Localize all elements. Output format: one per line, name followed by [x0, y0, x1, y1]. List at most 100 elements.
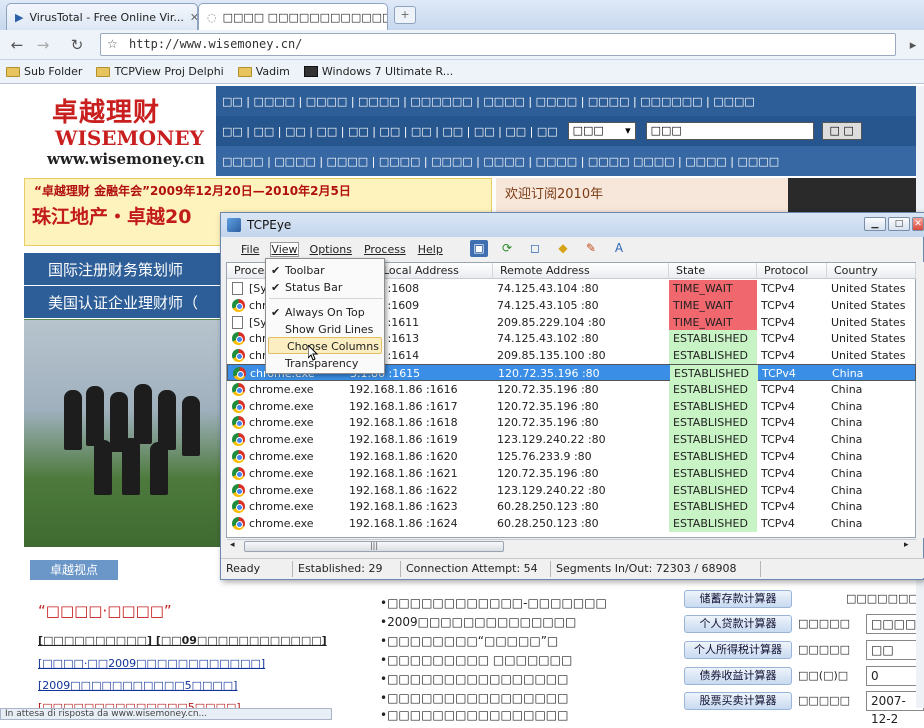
- cell-proto: TCPv4: [761, 500, 795, 514]
- table-row[interactable]: chrome.exe 192.168.1.86 :1616 120.72.35.19…: [227, 380, 916, 398]
- menu-item-status-bar[interactable]: ✔ Status Bar: [267, 279, 384, 296]
- col-remote-address[interactable]: Remote Address: [493, 263, 669, 279]
- menu-item-transparency[interactable]: Transparency: [267, 355, 384, 372]
- close-icon[interactable]: ✕: [190, 11, 197, 24]
- col-protocol[interactable]: Protocol: [757, 263, 827, 279]
- table-row[interactable]: chrome.exe 192.168.1.86 :1621 120.72.35.19…: [227, 464, 916, 482]
- tab-virustotal[interactable]: ▶ VirusTotal - Free Online Vir... ✕: [6, 3, 198, 30]
- site-nav-row2[interactable]: □□ | □□ | □□ | □□ | □□ | □□ | □□ | □□ | …: [216, 116, 924, 146]
- menu-file[interactable]: File: [241, 243, 259, 256]
- menu-view[interactable]: View: [270, 241, 299, 257]
- tab-wisemoney[interactable]: ◌ □□□□ □□□□□□□□□□□□ ✕: [198, 3, 388, 30]
- status-segments: Segments In/Out: 72303 / 68908: [551, 561, 761, 577]
- menu-item-toolbar[interactable]: ✔ Toolbar: [267, 262, 384, 279]
- cell-country: United States: [831, 332, 906, 346]
- back-icon[interactable]: ←: [4, 34, 30, 56]
- calc-label: □□□□□: [798, 694, 850, 707]
- bookmark-windows7[interactable]: Windows 7 Ultimate R...: [303, 65, 453, 78]
- reload-icon[interactable]: ↻: [64, 34, 90, 56]
- star-icon[interactable]: ☆: [107, 34, 118, 55]
- cell-state: TIME_WAIT: [669, 296, 757, 314]
- table-row[interactable]: chrome.exe 192.168.1.86 :1624 60.28.250.12…: [227, 515, 916, 533]
- left-link[interactable]: [□□□□·□□2009□□□□□□□□□□□□]: [38, 657, 265, 670]
- table-row[interactable]: chrome.exe 192.168.1.86 :1622 123.129.240.…: [227, 481, 916, 499]
- calc-button-savings[interactable]: 储蓄存款计算器: [684, 590, 792, 608]
- refresh-icon[interactable]: ⟳: [498, 240, 516, 257]
- news-item[interactable]: •□□□□□□□□□□□□□□□□: [380, 691, 568, 705]
- view-section-header[interactable]: 卓越视点: [30, 560, 118, 580]
- table-row[interactable]: chrome.exe 192.168.1.86 :1618 120.72.35.19…: [227, 414, 916, 432]
- menu-help[interactable]: Help: [418, 243, 443, 256]
- site-search-input[interactable]: □□□: [645, 122, 814, 140]
- pin-icon[interactable]: ◆: [554, 240, 572, 257]
- checkmark-icon: ✔: [271, 306, 281, 319]
- scrollbar-thumb[interactable]: |||: [244, 541, 504, 552]
- bookmark-vadim[interactable]: Vadim: [237, 65, 290, 78]
- news-item[interactable]: •□□□□□□□□“□□□□□”□: [380, 634, 558, 648]
- cell-remote: 120.72.35.196 :80: [497, 399, 599, 413]
- maximize-button[interactable]: □: [888, 217, 910, 231]
- comment-icon[interactable]: ◻: [526, 240, 544, 257]
- table-row[interactable]: chrome.exe 192.168.1.86 :1617 120.72.35.19…: [227, 397, 916, 415]
- calc-button-loan[interactable]: 个人贷款计算器: [684, 615, 792, 633]
- col-country[interactable]: Country: [827, 263, 916, 279]
- menu-item-always-on-top[interactable]: ✔ Always On Top: [267, 304, 384, 321]
- graduation-photo[interactable]: [24, 320, 220, 547]
- kill-process-icon[interactable]: ✎: [582, 240, 600, 257]
- close-button[interactable]: ✕: [912, 217, 924, 231]
- save-icon[interactable]: ▣: [470, 240, 488, 257]
- tcpeye-title: TCPEye: [247, 218, 292, 232]
- left-link[interactable]: [□□□□□□□□□□] [□□09□□□□□□□□□□□□]: [38, 634, 327, 647]
- tcpeye-titlebar[interactable]: TCPEye: [221, 213, 924, 237]
- menu-options[interactable]: Options: [310, 243, 352, 256]
- feature-quote: “□□□□·□□□□”: [38, 602, 172, 620]
- menu-item-choose-columns[interactable]: Choose Columns: [268, 337, 382, 354]
- vertical-scrollbar[interactable]: [916, 262, 924, 538]
- site-nav-row1[interactable]: □□ | □□□□ | □□□□ | □□□□ | □□□□□□ | □□□□ …: [216, 86, 924, 116]
- site-logo-en[interactable]: WISEMONEY: [55, 126, 204, 150]
- page-menu-icon[interactable]: ▸: [900, 34, 924, 56]
- folder-icon: [237, 66, 252, 77]
- table-row[interactable]: chrome.exe 192.168.1.86 :1623 60.28.250.12…: [227, 498, 916, 516]
- calc-button-bond[interactable]: 债券收益计算器: [684, 667, 792, 685]
- cell-process: chrome.exe: [249, 399, 314, 413]
- menu-item-show-grid-lines[interactable]: Show Grid Lines: [267, 321, 384, 338]
- chrome-icon: [232, 433, 245, 447]
- promo-title-2[interactable]: 美国认证企业理财师（: [24, 286, 220, 319]
- chrome-icon: [232, 332, 245, 346]
- left-link[interactable]: [2009□□□□□□□□□□□5□□□□]: [38, 679, 237, 692]
- cell-remote: 74.125.43.105 :80: [497, 298, 599, 312]
- new-tab-button[interactable]: +: [394, 6, 416, 24]
- bookmark-tcpview[interactable]: TCPView Proj Delphi: [96, 65, 224, 78]
- news-item[interactable]: •□□□□□□□□□□□□□□□□: [380, 672, 568, 686]
- news-item[interactable]: •2009□□□□□□□□□□□□□□: [380, 615, 576, 629]
- menu-process[interactable]: Process: [364, 243, 406, 256]
- table-row[interactable]: chrome.exe 192.168.1.86 :1619 123.129.240.…: [227, 431, 916, 449]
- scroll-left-icon[interactable]: ◂: [230, 540, 235, 550]
- folder-icon: [6, 66, 20, 77]
- site-search-button[interactable]: □ □: [821, 122, 862, 140]
- cell-remote: 120.72.35.196 :80: [498, 367, 600, 380]
- site-nav-row3[interactable]: □□□□ | □□□□ | □□□□ | □□□□ | □□□□ | □□□□ …: [216, 146, 924, 176]
- calc-label: □□□□□: [798, 643, 850, 656]
- cell-local: 192.168.1.86 :1620: [349, 450, 458, 463]
- calc-button-stock[interactable]: 股票买卖计算器: [684, 692, 792, 710]
- font-icon[interactable]: A: [610, 240, 628, 257]
- forward-icon[interactable]: →: [30, 34, 56, 56]
- col-state[interactable]: State: [669, 263, 757, 279]
- cell-process: chrome.exe: [249, 450, 314, 463]
- bookmark-sub-folder[interactable]: Sub Folder: [6, 65, 82, 78]
- cell-proto: TCPv4: [761, 315, 795, 329]
- minimize-button[interactable]: ▁: [864, 217, 886, 231]
- cell-local: 192.168.1.86 :1621: [349, 466, 458, 480]
- news-item[interactable]: •□□□□□□□□□ □□□□□□□: [380, 653, 572, 667]
- calc-button-tax[interactable]: 个人所得税计算器: [684, 641, 792, 659]
- news-item[interactable]: •□□□□□□□□□□□□-□□□□□□□: [380, 596, 607, 610]
- address-bar[interactable]: ☆ http://www.wisemoney.cn/: [100, 33, 896, 56]
- site-logo[interactable]: 卓越理财: [52, 92, 160, 129]
- search-category-select[interactable]: □□□ ▾: [567, 122, 636, 140]
- table-row[interactable]: chrome.exe 192.168.1.86 :1620 125.76.233.9…: [227, 448, 916, 465]
- scroll-right-icon[interactable]: ▸: [904, 540, 909, 550]
- cell-local: 192.168.1.86 :1624: [349, 517, 458, 531]
- promo-title-1[interactable]: 国际注册财务策划师: [24, 253, 220, 286]
